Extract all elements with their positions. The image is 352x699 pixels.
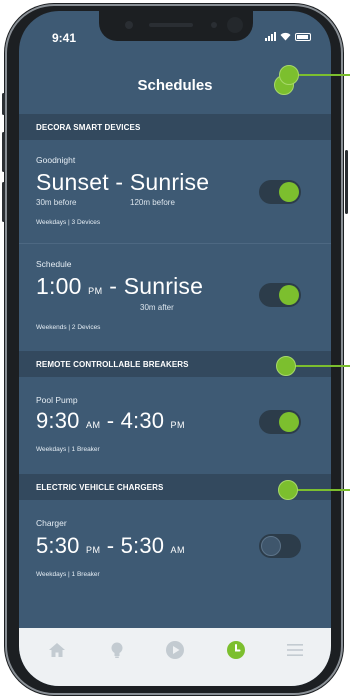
callout-marker <box>278 480 298 500</box>
schedule-title: Goodnight <box>36 155 76 165</box>
schedule-start: 5:30 <box>36 533 80 558</box>
nav-home[interactable] <box>43 636 71 664</box>
schedule-start: 1:00 <box>36 273 82 299</box>
volume-up-button <box>2 132 5 172</box>
schedule-separator: - <box>108 169 130 195</box>
schedule-start: 9:30 <box>36 408 80 433</box>
mute-switch <box>2 93 5 115</box>
start-offset: 30m before <box>36 198 77 207</box>
callout-line <box>290 365 350 367</box>
schedule-time: 1:00 PM - Sunrise <box>36 273 203 300</box>
play-icon <box>166 641 184 659</box>
schedule-separator: - <box>100 408 121 433</box>
callout-marker <box>279 65 299 85</box>
front-camera <box>227 17 243 33</box>
schedule-time: Sunset - Sunrise <box>36 169 209 196</box>
schedule-meta: Weekends | 2 Devices <box>36 324 101 331</box>
speaker-grill <box>149 23 193 27</box>
callout-line <box>293 74 350 76</box>
schedule-start-ampm: AM <box>85 420 101 430</box>
status-time: 9:41 <box>52 31 77 45</box>
schedule-end-ampm: PM <box>170 420 186 430</box>
lightbulb-icon <box>111 642 123 658</box>
schedule-end-ampm: AM <box>170 545 186 555</box>
schedule-toggle[interactable] <box>259 410 301 434</box>
toggle-knob <box>279 412 299 432</box>
power-button <box>345 150 348 214</box>
schedule-title: Pool Pump <box>36 395 78 405</box>
battery-icon <box>295 32 311 41</box>
schedule-meta: Weekdays | 3 Devices <box>36 219 101 226</box>
section-header-decora: DECORA SMART DEVICES <box>19 114 331 140</box>
section-label: REMOTE CONTROLLABLE BREAKERS <box>36 360 189 369</box>
status-icons <box>265 32 311 41</box>
sensor-dot <box>211 22 217 28</box>
nav-scenes[interactable] <box>161 636 189 664</box>
end-offset: 30m after <box>140 303 174 312</box>
nav-menu[interactable] <box>281 636 309 664</box>
schedule-start: Sunset <box>36 169 109 195</box>
clock-icon <box>227 641 245 659</box>
divider <box>19 243 331 244</box>
schedule-end: 5:30 <box>120 533 165 558</box>
toggle-knob <box>279 182 299 202</box>
volume-down-button <box>2 182 5 222</box>
toggle-knob <box>261 536 281 556</box>
section-label: DECORA SMART DEVICES <box>36 123 141 132</box>
section-label: ELECTRIC VEHICLE CHARGERS <box>36 483 164 492</box>
schedule-time: 9:30 AM - 4:30 PM <box>36 408 185 434</box>
schedule-meta: Weekdays | 1 Breaker <box>36 571 100 578</box>
schedule-separator: - <box>100 533 121 558</box>
callout-marker <box>276 356 296 376</box>
schedule-end: 4:30 <box>120 408 165 433</box>
schedule-start-ampm: PM <box>88 286 103 296</box>
toggle-knob <box>279 285 299 305</box>
schedule-start-ampm: PM <box>85 545 101 555</box>
schedule-title: Schedule <box>36 259 72 269</box>
schedule-time: 5:30 PM - 5:30 AM <box>36 533 185 559</box>
schedule-meta: Weekdays | 1 Breaker <box>36 446 100 453</box>
home-icon <box>49 643 65 657</box>
schedule-toggle[interactable] <box>259 534 301 558</box>
bottom-nav <box>19 628 331 686</box>
nav-devices[interactable] <box>103 636 131 664</box>
signal-icon <box>265 32 276 41</box>
schedule-separator: - <box>102 273 124 299</box>
camera-dot <box>125 21 133 29</box>
end-offset: 120m before <box>130 198 175 207</box>
wifi-icon <box>280 32 291 41</box>
schedule-end: Sunrise <box>123 273 204 299</box>
schedule-end: Sunrise <box>129 169 210 195</box>
schedule-toggle[interactable] <box>259 180 301 204</box>
schedule-title: Charger <box>36 518 67 528</box>
schedule-toggle[interactable] <box>259 283 301 307</box>
callout-line <box>292 489 350 491</box>
nav-schedules[interactable] <box>222 636 250 664</box>
menu-icon <box>287 644 303 656</box>
notch <box>99 11 253 41</box>
app-screen: 9:41 Schedules DECORA SMART DEVICES Good… <box>19 11 331 686</box>
